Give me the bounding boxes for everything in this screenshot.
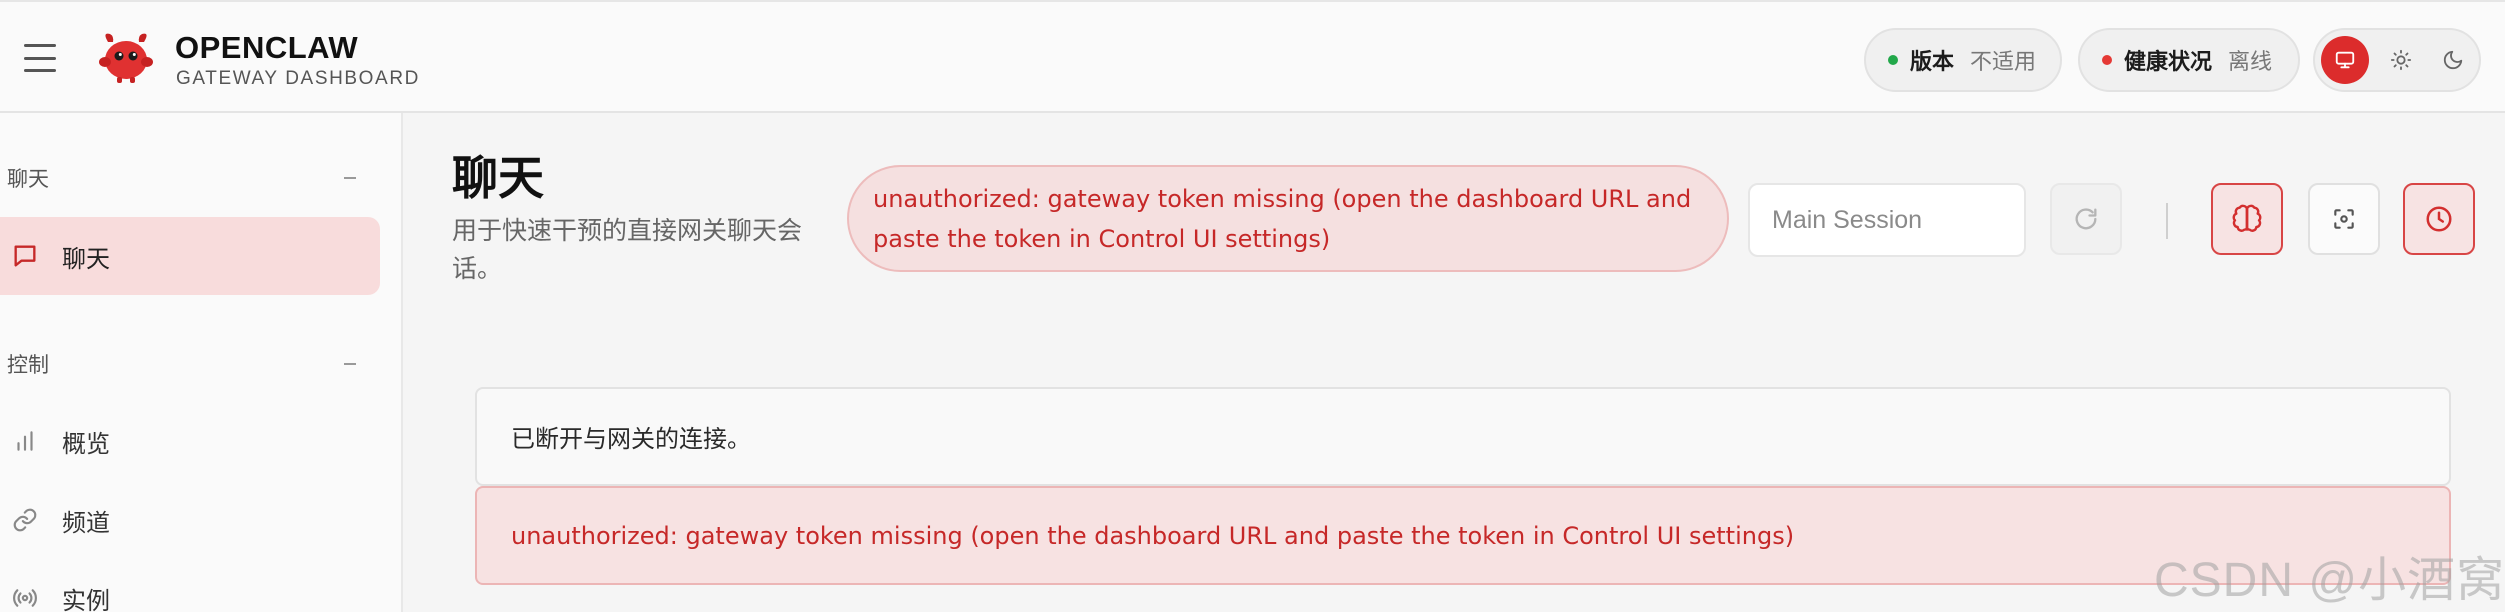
sidebar-item-label: 概览 [62,429,110,458]
brain-icon [2232,204,2262,232]
session-input[interactable] [1748,183,2026,257]
focus-icon [2334,209,2354,229]
broadcast-icon [10,583,40,612]
brand-title: OPENCLAW [175,30,359,65]
page-title: 聊天 [452,151,544,205]
clock-icon [2426,206,2452,232]
history-button[interactable] [2403,183,2475,255]
health-label: 健康状况 [2124,50,2213,75]
top-header: OPENCLAW GATEWAY DASHBOARD 版本 不适用 健康状况 离… [0,0,2505,113]
bar-chart-icon [10,426,40,456]
sidebar: 聊天 聊天 控制 概览 频道 实例 [0,113,403,612]
sidebar-section-chat-title: 聊天 [7,167,49,191]
collapse-icon[interactable] [344,363,356,365]
version-status-dot [1888,55,1898,65]
moon-icon [2443,50,2463,70]
refresh-icon [2075,208,2097,230]
version-value: 不适用 [1970,50,2037,75]
monitor-icon [2335,51,2355,69]
collapse-icon[interactable] [344,177,356,179]
sun-icon [2390,49,2412,71]
toolbar-divider [2166,203,2168,239]
sidebar-item-chat[interactable]: 聊天 [0,217,380,295]
brand-subtitle: GATEWAY DASHBOARD [176,68,420,89]
theme-dark-button[interactable] [2429,36,2477,84]
health-value: 离线 [2228,50,2273,75]
menu-icon[interactable] [24,44,56,72]
sidebar-item-label: 聊天 [62,244,110,273]
sidebar-item-overview[interactable]: 概览 [0,402,380,480]
page-subtitle: 用于快速干预的直接网关聊天会话。 [452,216,803,283]
health-status-pill: 健康状况 离线 [2078,28,2300,92]
sidebar-section-control-title: 控制 [7,353,49,377]
theme-system-button[interactable] [2321,36,2369,84]
sidebar-item-label: 频道 [62,508,110,537]
focus-mode-button[interactable] [2308,183,2380,255]
watermark: CSDN @小酒窝. [2154,554,2505,607]
chat-bubble-icon [10,241,40,271]
sidebar-item-instances[interactable]: 实例 [0,559,380,612]
version-status-pill: 版本 不适用 [1864,28,2062,92]
thinking-toggle-button[interactable] [2211,183,2283,255]
refresh-button[interactable] [2050,183,2122,255]
openclaw-logo [99,33,153,83]
connection-status-message: 已断开与网关的连接。 [475,387,2451,486]
version-label: 版本 [1910,50,1955,75]
link-icon [10,505,40,535]
sidebar-item-channels[interactable]: 频道 [0,481,380,559]
error-banner: unauthorized: gateway token missing (ope… [847,165,1729,272]
health-status-dot [2102,55,2112,65]
theme-switcher [2313,28,2481,92]
theme-light-button[interactable] [2377,36,2425,84]
sidebar-item-label: 实例 [62,586,110,612]
